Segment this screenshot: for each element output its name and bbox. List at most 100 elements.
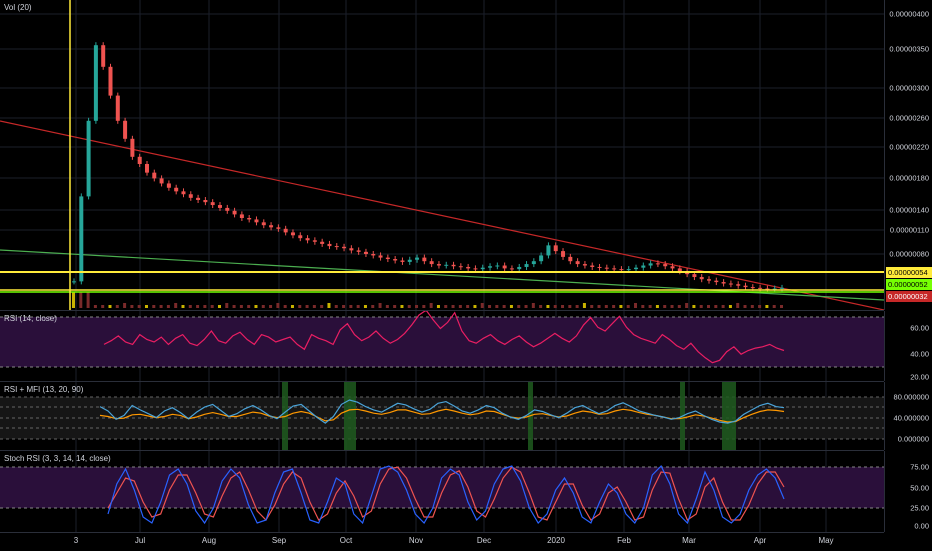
volume-bar [363, 305, 367, 308]
rsi-tick: 40.00 [910, 349, 929, 359]
time-label: Mar [682, 536, 696, 545]
time-label: Jul [134, 536, 146, 545]
rsi-band [0, 317, 884, 367]
volume-bar [283, 305, 287, 308]
candle [371, 254, 376, 256]
candle [378, 255, 383, 258]
yellow-level-tag: 0.00000054 [886, 267, 932, 278]
price-axis[interactable]: 0.00000400 0.00000350 0.00000300 0.00000… [884, 0, 932, 310]
time-axis[interactable]: 3 Jul Aug Sep Oct Nov Dec 2020 Feb Mar A… [0, 532, 884, 551]
time-label: Oct [339, 536, 353, 545]
candle [670, 266, 675, 269]
candle [342, 246, 347, 249]
stoch-rsi-legend[interactable]: Stoch RSI (3, 3, 14, 14, close) [4, 454, 111, 463]
candle [663, 264, 668, 267]
candle [363, 251, 368, 254]
candle [101, 45, 106, 67]
candle [750, 287, 755, 289]
volume-bar [597, 305, 601, 308]
candle [466, 266, 471, 269]
volume-bar [349, 305, 353, 308]
volume-bar [72, 292, 75, 308]
candle [217, 205, 222, 208]
candle [509, 268, 514, 270]
rsi-mfi-chart-canvas[interactable] [0, 382, 884, 450]
candle [728, 283, 733, 285]
candle [582, 264, 587, 266]
stoch-tick: 75.00 [910, 462, 929, 472]
time-label: Apr [753, 536, 767, 545]
stoch-tick: 50.00 [910, 483, 929, 493]
volume-bar [575, 305, 579, 308]
volume-bar [152, 305, 156, 308]
volume-bar [444, 305, 448, 308]
candle [225, 207, 230, 211]
candle [458, 266, 463, 268]
stoch-rsi-pane[interactable]: Stoch RSI (3, 3, 14, 14, close) [0, 451, 884, 533]
volume-bar [531, 303, 535, 308]
volume-bar [707, 305, 711, 308]
candle [247, 218, 252, 220]
volume-bar [743, 305, 747, 308]
candle [451, 264, 456, 267]
candle [495, 265, 500, 267]
volume-bar [181, 305, 185, 308]
mfi-highlight [344, 382, 356, 450]
candle [429, 261, 434, 265]
stoch-rsi-axis[interactable]: 75.00 50.00 25.00 0.00 [884, 451, 932, 532]
candle [480, 267, 485, 270]
candle [561, 251, 566, 257]
candle [743, 285, 748, 288]
volume-bar [436, 305, 440, 308]
time-label: 2020 [547, 536, 565, 545]
volume-bar [692, 305, 696, 308]
candle [188, 194, 193, 198]
time-label: Nov [408, 536, 424, 545]
candle [130, 138, 135, 157]
volume-bar [210, 305, 214, 308]
candle [254, 219, 259, 223]
rsi-pane[interactable]: RSI (14, close) [0, 311, 884, 382]
rsi-mfi-legend[interactable]: RSI + MFI (13, 20, 90) [4, 385, 83, 394]
candle [305, 238, 310, 241]
volume-bar [254, 305, 258, 308]
rsi-chart-canvas[interactable] [0, 311, 884, 381]
rsi-legend[interactable]: RSI (14, close) [4, 314, 57, 323]
volume-bar [378, 303, 382, 308]
rsi-axis[interactable]: 60.00 40.00 20.00 [884, 311, 932, 382]
rsi-mfi-tick: 40.000000 [893, 413, 929, 423]
volume-bar [517, 305, 521, 308]
price-tick: 0.00000260 [889, 113, 929, 123]
candle [707, 279, 712, 281]
candle [269, 225, 274, 228]
candle [612, 268, 617, 270]
rsi-mfi-pane[interactable]: RSI + MFI (13, 20, 90) [0, 382, 884, 451]
stoch-rsi-chart-canvas[interactable] [0, 451, 884, 532]
volume-bar [123, 303, 127, 308]
volume-bar [619, 305, 623, 308]
mfi-highlight [722, 382, 736, 450]
volume-bar [604, 305, 608, 308]
candle [159, 178, 164, 184]
volume-bar [400, 305, 404, 308]
volume-bar [648, 305, 652, 308]
price-tick: 0.00000350 [889, 44, 929, 54]
volume-bar [247, 305, 251, 308]
candle [400, 260, 405, 262]
rsi-mfi-axis[interactable]: 80.000000 40.000000 0.000000 [884, 382, 932, 450]
candle [334, 246, 339, 248]
volume-bar [458, 305, 462, 308]
candle [597, 266, 602, 268]
candle [517, 266, 522, 270]
volume-legend[interactable]: Vol (20) [4, 3, 32, 12]
rsi-mfi-tick: 80.000000 [893, 392, 929, 402]
price-chart-canvas[interactable] [0, 0, 884, 310]
candle [203, 200, 208, 203]
stoch-tick: 25.00 [910, 503, 929, 513]
candle [356, 250, 361, 252]
candle [721, 282, 726, 284]
price-pane[interactable]: Vol (20) [0, 0, 884, 311]
red-level-tag: 0.00000032 [886, 291, 932, 302]
volume-bar [217, 305, 221, 308]
candle [276, 227, 281, 229]
